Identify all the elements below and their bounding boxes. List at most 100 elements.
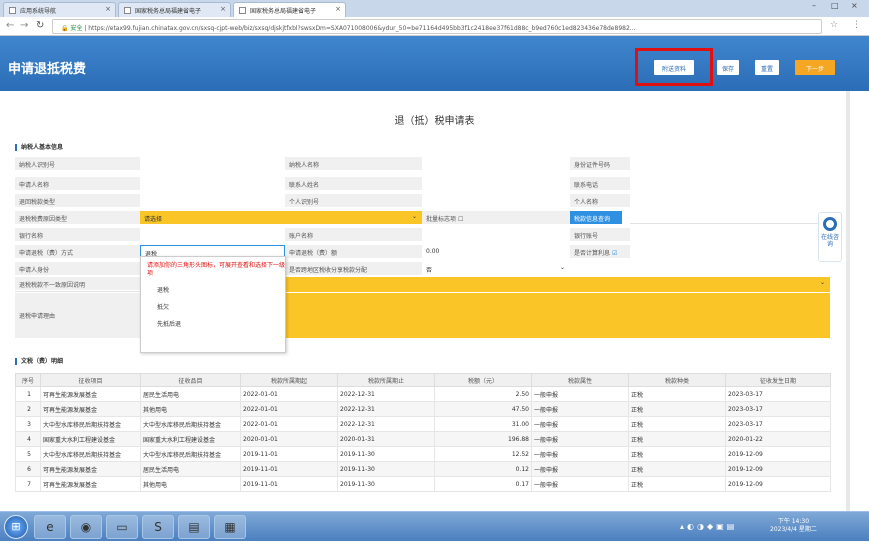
field-label	[570, 262, 630, 275]
page-icon	[239, 7, 246, 14]
column-header[interactable]: 征收品目	[140, 373, 241, 387]
dropdown-option[interactable]: 退税	[157, 285, 169, 294]
column-header[interactable]: 征收项目	[40, 373, 141, 387]
page-title: 申请退抵税费	[8, 62, 87, 77]
column-header[interactable]: 征收发生日期	[725, 373, 831, 387]
minimize-icon[interactable]: –	[812, 1, 816, 10]
field-label: 退回税款类型	[15, 194, 140, 207]
table-row[interactable]: 6 可再生能源发展基金 居民生活用电 2019-11-01 2019-11-30 0.12…	[15, 461, 831, 477]
table-row[interactable]: 1 可再生能源发展基金 居民生活用电 2022-01-01 2022-12-31 2.50…	[15, 386, 831, 402]
ie-icon[interactable]: e	[34, 515, 66, 539]
browser-tab-3-active[interactable]: 国家税务总局福建省电子 ×	[233, 2, 346, 17]
field-label: 个人识别号	[285, 194, 422, 207]
maximize-icon[interactable]: □	[831, 1, 839, 10]
field-value	[422, 194, 570, 207]
column-header[interactable]: 税额（元）	[434, 373, 532, 387]
chrome-icon[interactable]: ◉	[70, 515, 102, 539]
inconsistency-reason-select[interactable]: ⌄	[285, 277, 830, 292]
form-row: 退税税款不一致原因说明 ⌄	[15, 277, 830, 292]
next-button[interactable]: 下一步	[795, 60, 835, 75]
table-row[interactable]: 2 可再生能源发展基金 其他用电 2022-01-01 2022-12-31 47.50 一…	[15, 401, 831, 417]
tax-detail-table: 序号 征收项目 征收品目 税款所属期起 税款所属期止 税额（元） 税款属性 税款…	[15, 373, 831, 492]
column-header[interactable]: 序号	[15, 373, 41, 387]
close-icon[interactable]: ×	[105, 5, 111, 13]
url-field[interactable]: 🔒 安全 | https://etax99.fujian.chinatax.go…	[52, 19, 822, 34]
select-value: 请选择	[144, 216, 163, 223]
form-row: 退回税款类型 个人识别号 个人名称	[15, 194, 830, 207]
account-name-field[interactable]	[422, 228, 570, 241]
browser-tab-1[interactable]: 应用系统导航 ×	[3, 2, 116, 17]
field-value	[422, 157, 570, 170]
refund-reason-select[interactable]: 请选择 ⌄	[140, 211, 422, 224]
chevron-down-icon: ⌄	[819, 279, 825, 286]
column-header[interactable]: 税款属性	[531, 373, 629, 387]
back-icon[interactable]: ←	[6, 20, 14, 31]
basic-info-form: 纳税人识别号 纳税人名称 身份证件号码 申请人名称 联系人姓名 联系电话 退回税…	[15, 157, 830, 338]
checkbox[interactable]: ☑	[612, 250, 617, 257]
scrollbar[interactable]	[846, 91, 850, 511]
field-label: 申请人身份	[15, 262, 140, 275]
dropdown-option[interactable]: 先抵后退	[157, 319, 181, 328]
save-button[interactable]: 保存	[717, 60, 739, 75]
field-value	[630, 194, 830, 207]
batch-flag-label: 批量标志项 ☐	[422, 211, 570, 224]
table-row[interactable]: 7 可再生能源发展基金 其他用电 2019-11-01 2019-11-30 0.17 一般…	[15, 476, 831, 492]
field-value	[630, 157, 830, 170]
spreadsheet-icon[interactable]: ▦	[214, 515, 246, 539]
column-header[interactable]: 税款所属期止	[337, 373, 435, 387]
field-label: 纳税人名称	[285, 157, 422, 170]
field-label: 纳税人识别号	[15, 157, 140, 170]
bank-name-field[interactable]	[140, 228, 285, 241]
field-value[interactable]	[140, 194, 285, 207]
refund-reason-textarea[interactable]	[285, 293, 830, 338]
online-service-label: 在线咨询	[820, 234, 839, 248]
cross-region-select[interactable]: 否 ⌄	[422, 262, 570, 275]
dropdown-option[interactable]: 抵欠	[157, 302, 169, 311]
close-icon[interactable]: ×	[335, 5, 341, 13]
lock-icon: 🔒	[61, 25, 71, 32]
window-close-icon[interactable]: ×	[851, 1, 858, 10]
menu-icon[interactable]: ⋮	[852, 20, 861, 30]
tax-info-query-button[interactable]: 税款信息查询	[570, 211, 622, 224]
chat-icon	[823, 217, 837, 231]
calc-interest-label: 是否计算利息 ☑	[570, 245, 630, 258]
online-service-widget[interactable]: 在线咨询	[818, 212, 842, 262]
field-value	[630, 177, 830, 190]
field-label: 退税税款不一致原因说明	[15, 277, 140, 290]
bank-account-field[interactable]	[630, 228, 830, 241]
field-value	[140, 157, 285, 170]
reset-button[interactable]: 重置	[755, 60, 779, 75]
field-label: 账户名称	[285, 228, 422, 241]
blank-area	[0, 541, 869, 559]
table-row[interactable]: 5 大中型水库移民后期扶持基金 大中型水库移民后期扶持基金 2019-11-01 201…	[15, 446, 831, 462]
system-tray[interactable]: ▴◐◑◆▣▤	[680, 522, 737, 531]
clock[interactable]: 下午 14:30 2023/4/4 星期二	[770, 518, 817, 534]
column-header[interactable]: 税款种类	[628, 373, 726, 387]
form-row: 银行名称 账户名称 银行账号	[15, 228, 830, 241]
close-icon[interactable]: ×	[220, 5, 226, 13]
field-label: 退税申请理由	[15, 293, 140, 338]
section-basic-info: 纳税人基本信息	[15, 142, 63, 151]
form-row: 退税税费原因类型 请选择 ⌄ 批量标志项 ☐ 税款信息查询	[15, 211, 830, 224]
star-icon[interactable]: ☆	[830, 20, 838, 30]
folder-icon[interactable]: ▭	[106, 515, 138, 539]
windows-taskbar: ⊞ e ◉ ▭ S ▤ ▦ ▴◐◑◆▣▤ 下午 14:30 2023/4/4 星期…	[0, 511, 869, 541]
start-button[interactable]: ⊞	[4, 515, 28, 539]
browser-tab-2[interactable]: 国家税务总局福建省电子 ×	[118, 2, 231, 17]
form-row: 申请人身份 是否跨地区税收分享税款分配 否 ⌄	[15, 262, 830, 275]
reload-icon[interactable]: ↻	[36, 20, 44, 31]
field-label: 银行名称	[15, 228, 140, 241]
table-row[interactable]: 4 国家重大水利工程建设基金 国家重大水利工程建设基金 2020-01-01 2020-…	[15, 431, 831, 447]
document-icon[interactable]: ▤	[178, 515, 210, 539]
page-header: 申请退抵税费 附送资料 保存 重置 下一步	[0, 36, 869, 91]
app-s-icon[interactable]: S	[142, 515, 174, 539]
field-label: 个人名称	[570, 194, 630, 207]
checkbox[interactable]: ☐	[458, 216, 463, 223]
forward-icon[interactable]: →	[20, 20, 28, 31]
column-header[interactable]: 税款所属期起	[240, 373, 338, 387]
table-row[interactable]: 3 大中型水库移民后期扶持基金 大中型水库移民后期扶持基金 2022-01-01 202…	[15, 416, 831, 432]
field-label: 身份证件号码	[570, 157, 630, 170]
form-title: 退（抵）税申请表	[394, 116, 475, 127]
field-label: 联系人姓名	[285, 177, 422, 190]
chevron-down-icon: ⌄	[559, 264, 565, 271]
